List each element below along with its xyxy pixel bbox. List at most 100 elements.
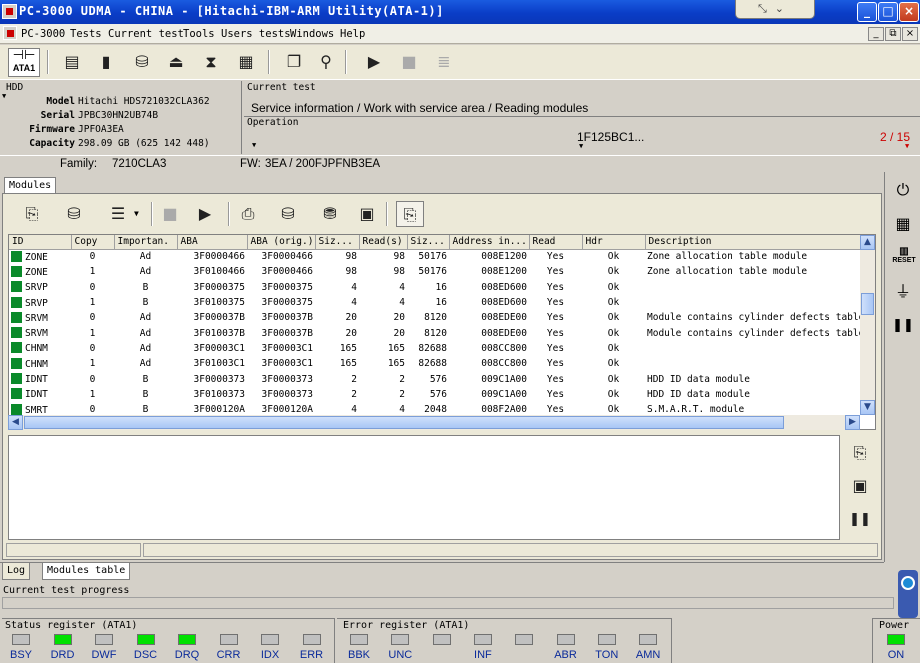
- chevron-down-icon[interactable]: ▼: [134, 209, 139, 218]
- column-header[interactable]: ID: [9, 235, 72, 250]
- ata1-port-button[interactable]: ⊣⊢ ATA1: [8, 48, 40, 77]
- current-test-label: Current test: [247, 82, 316, 93]
- print-icon[interactable]: ⎙: [234, 201, 262, 227]
- sd-card-icon[interactable]: ▤: [58, 49, 86, 75]
- open-module-icon[interactable]: ⎘: [18, 201, 46, 227]
- menu-pc3000[interactable]: PC-3000: [21, 28, 65, 40]
- table-cell: 3F0000373: [193, 373, 245, 385]
- power-cycle-icon[interactable]: ⏻: [889, 176, 917, 204]
- table-row[interactable]: SRVP 0 B 3F0000375 3F0000375 4 4 16 008ED600 Yes O…: [9, 280, 861, 295]
- vertical-scroll-thumb[interactable]: [861, 293, 874, 315]
- table-cell: Ok: [607, 297, 620, 309]
- table-cell: 0: [89, 281, 96, 293]
- column-header[interactable]: Importan.: [114, 235, 178, 250]
- table-row[interactable]: CHNM 1 Ad 3F01003C1 3F00003C1 165 165 82688 008C…: [9, 356, 861, 371]
- menu-help[interactable]: Help: [340, 28, 365, 40]
- column-header[interactable]: Read: [529, 235, 583, 250]
- save-icon[interactable]: ▣: [353, 201, 381, 227]
- chevron-down-icon[interactable]: ⌄: [775, 2, 792, 15]
- table-cell: 009C1A00: [481, 388, 527, 400]
- menu-windows[interactable]: Windows: [290, 28, 334, 40]
- mdi-restore-button[interactable]: ⧉: [885, 27, 901, 41]
- play-icon[interactable]: ▶: [360, 49, 388, 75]
- menu-users-tests[interactable]: Users tests: [221, 28, 291, 40]
- stop-icon[interactable]: ■: [395, 49, 423, 75]
- pause-icon[interactable]: ❚❚: [889, 312, 917, 340]
- title-strip[interactable]: ⤡⌄: [735, 0, 815, 19]
- caret-down-icon[interactable]: ▼: [2, 92, 6, 100]
- tab-modules-table[interactable]: Modules table: [42, 563, 131, 580]
- module-id-cell: SRVP: [9, 280, 71, 295]
- table-row[interactable]: SRVM 0 Ad 3F000037B 3F000037B 20 20 8120 008EDE0…: [9, 310, 861, 325]
- menu-app-icon[interactable]: [3, 26, 17, 40]
- save-file-icon[interactable]: ▣: [846, 473, 874, 499]
- tab-modules[interactable]: Modules: [4, 177, 57, 194]
- chip-icon[interactable]: ▮: [92, 49, 120, 75]
- scroll-left-button[interactable]: ◀: [8, 415, 23, 430]
- reset-button[interactable]: ▥ RESET: [891, 246, 917, 264]
- write-disk-icon[interactable]: ⛃: [316, 201, 344, 227]
- column-header[interactable]: ABA (orig.): [247, 235, 316, 250]
- run-icon[interactable]: ⚲: [312, 49, 340, 75]
- mdi-minimize-button[interactable]: _: [868, 27, 884, 41]
- table-cell: 008CC800: [481, 342, 527, 354]
- read-module-icon[interactable]: ⛁: [60, 201, 88, 227]
- menu-tests[interactable]: Tests: [70, 28, 102, 40]
- grid-icon[interactable]: ▦: [232, 49, 260, 75]
- horizontal-scrollbar[interactable]: ◀ ▶: [8, 415, 860, 430]
- maximize-button[interactable]: □: [878, 2, 898, 22]
- scroll-right-button[interactable]: ▶: [845, 415, 860, 430]
- table-row[interactable]: IDNT 0 B 3F0000373 3F0000373 2 2 576 009C1A00 Yes…: [9, 371, 861, 386]
- scroll-up-button[interactable]: ▲: [860, 235, 875, 250]
- play-icon[interactable]: ▶: [191, 201, 219, 227]
- column-header[interactable]: Siz...: [315, 235, 360, 250]
- menu-tools[interactable]: Tools: [183, 28, 215, 40]
- table-cell: 3F000037B: [261, 312, 313, 324]
- column-header[interactable]: ABA: [177, 235, 248, 250]
- select-module-icon[interactable]: ⎘: [396, 201, 424, 227]
- vertical-scrollbar[interactable]: ▲ ▼: [860, 235, 875, 415]
- restore-strip-icon[interactable]: ⤡: [758, 2, 775, 15]
- save-disk-icon[interactable]: ⛁: [274, 201, 302, 227]
- caret-down-icon[interactable]: ▼: [252, 141, 256, 149]
- column-header[interactable]: Siz...: [407, 235, 450, 250]
- horizontal-scroll-thumb[interactable]: [24, 416, 784, 429]
- table-row[interactable]: ZONE 1 Ad 3F0100466 3F0000466 98 98 50176 008E12…: [9, 264, 861, 279]
- signal-icon[interactable]: ⏚: [889, 278, 917, 306]
- table-cell: 3F0000373: [261, 373, 313, 385]
- minimize-button[interactable]: _: [857, 2, 877, 22]
- open-file-icon[interactable]: ⎘: [846, 440, 874, 466]
- column-header[interactable]: Read(s): [359, 235, 408, 250]
- windows-icon[interactable]: ❐: [280, 49, 308, 75]
- caret-down-icon[interactable]: ▼: [579, 142, 583, 150]
- side-panel-handle[interactable]: [898, 570, 918, 618]
- table-row[interactable]: SRVP 1 B 3F0100375 3F0000375 4 4 16 008ED600 Yes O…: [9, 295, 861, 310]
- caret-down-icon[interactable]: ▼: [905, 142, 909, 150]
- module-detail-pane[interactable]: [8, 435, 840, 540]
- column-header[interactable]: Address in...: [449, 235, 530, 250]
- scroll-down-button[interactable]: ▼: [860, 400, 875, 415]
- table-cell: HDD ID data module: [647, 388, 750, 400]
- tab-log[interactable]: Log: [2, 563, 31, 580]
- module-id-label: SRVP: [25, 282, 48, 294]
- column-header[interactable]: Description: [645, 235, 862, 250]
- close-button[interactable]: ×: [899, 2, 919, 22]
- table-row[interactable]: CHNM 0 Ad 3F00003C1 3F00003C1 165 165 82688 008C…: [9, 341, 861, 356]
- pause-icon[interactable]: ❚❚: [846, 507, 874, 533]
- menu-current-test[interactable]: Current test: [108, 28, 184, 40]
- disk-icon[interactable]: ⛁: [128, 49, 156, 75]
- heads-icon[interactable]: ⏏: [162, 49, 190, 75]
- list-options-icon[interactable]: ☰: [104, 201, 132, 227]
- column-header[interactable]: Hdr: [582, 235, 646, 250]
- table-row[interactable]: SRVM 1 Ad 3F010037B 3F000037B 20 20 8120 008EDE0…: [9, 325, 861, 340]
- mdi-close-button[interactable]: ×: [902, 27, 918, 41]
- stop-icon[interactable]: ■: [156, 201, 184, 227]
- surface-icon[interactable]: ⧗: [197, 49, 225, 75]
- side-toolbar: ⏻ ▦ ▥ RESET ⏚ ❚❚: [884, 172, 920, 562]
- column-header[interactable]: Copy: [71, 235, 115, 250]
- table-row[interactable]: ZONE 0 Ad 3F0000466 3F0000466 98 98 50176 008E12…: [9, 249, 861, 264]
- app-icon[interactable]: [2, 4, 17, 19]
- table-row[interactable]: IDNT 1 B 3F0100373 3F0000373 2 2 576 009C1A00 Yes…: [9, 387, 861, 402]
- log-icon[interactable]: ≣: [430, 49, 458, 75]
- board-icon[interactable]: ▦: [889, 210, 917, 238]
